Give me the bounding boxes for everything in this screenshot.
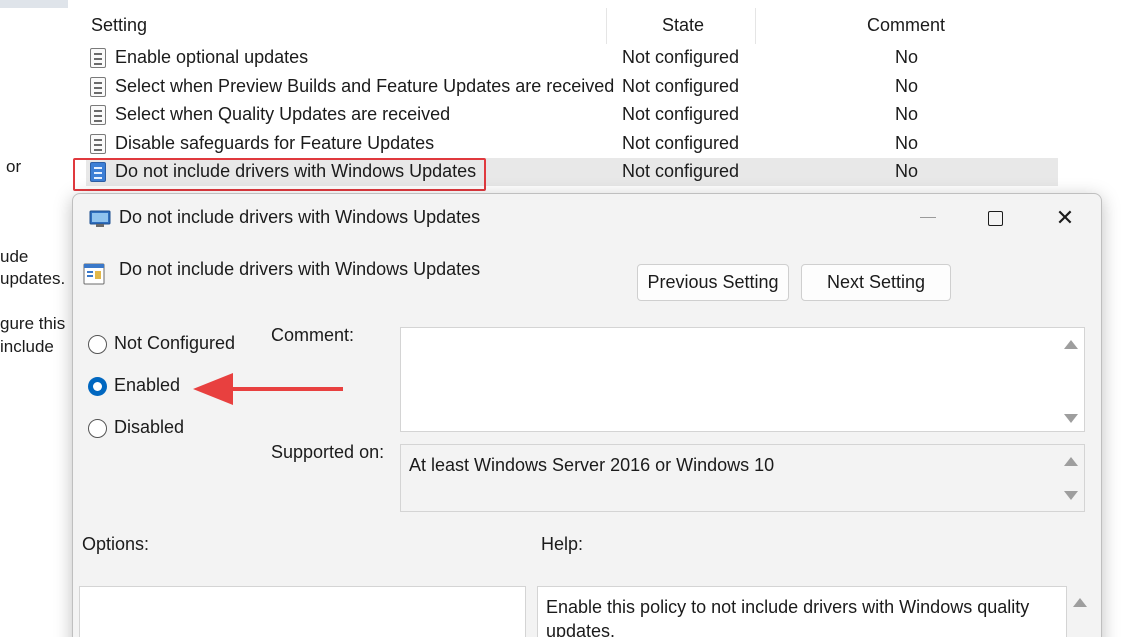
policy-name: Disable safeguards for Feature Updates bbox=[115, 133, 435, 153]
left-pane-text: updates. bbox=[0, 269, 66, 288]
scroll-up-icon[interactable] bbox=[1064, 457, 1078, 466]
policy-comment: No bbox=[895, 76, 919, 96]
policy-comment: No bbox=[895, 161, 919, 181]
scroll-up-icon[interactable] bbox=[1064, 340, 1078, 349]
policy-comment: No bbox=[895, 104, 919, 124]
column-header-setting[interactable]: Setting bbox=[91, 15, 147, 36]
scroll-down-icon[interactable] bbox=[1064, 491, 1078, 500]
radio-label: Enabled bbox=[114, 375, 181, 395]
policy-name: Enable optional updates bbox=[115, 47, 309, 67]
policy-setting-icon bbox=[90, 77, 106, 97]
radio-label: Disabled bbox=[114, 417, 185, 437]
minimize-button bbox=[908, 202, 948, 234]
column-header-state[interactable]: State bbox=[662, 15, 704, 36]
policy-row[interactable]: Select when Quality Updates are received… bbox=[86, 101, 1058, 129]
next-setting-button[interactable]: Next Setting bbox=[801, 264, 951, 301]
policy-name: Select when Preview Builds and Feature U… bbox=[115, 76, 615, 96]
policy-state: Not configured bbox=[622, 47, 740, 67]
radio-circle[interactable] bbox=[88, 335, 107, 354]
previous-setting-button[interactable]: Previous Setting bbox=[637, 264, 789, 301]
help-text: Enable this policy to not include driver… bbox=[546, 597, 1030, 637]
policy-settings-icon bbox=[83, 263, 105, 285]
policy-dialog: Do not include drivers with Windows Upda… bbox=[72, 193, 1102, 637]
policy-setting-icon bbox=[90, 105, 106, 125]
highlight-annotation-box bbox=[73, 158, 486, 191]
policy-comment: No bbox=[895, 47, 919, 67]
help-scroll-up-icon[interactable] bbox=[1073, 598, 1087, 607]
dialog-title: Do not include drivers with Windows Upda… bbox=[119, 207, 481, 227]
comment-textarea[interactable] bbox=[400, 327, 1085, 432]
policy-row[interactable]: Select when Preview Builds and Feature U… bbox=[86, 73, 1058, 101]
column-header-comment[interactable]: Comment bbox=[867, 15, 945, 36]
policy-comment: No bbox=[895, 133, 919, 153]
radio-circle-checked[interactable] bbox=[88, 377, 107, 396]
group-policy-app-icon bbox=[89, 210, 111, 227]
supported-on-label: Supported on: bbox=[271, 442, 385, 462]
policy-state: Not configured bbox=[622, 76, 740, 96]
red-arrow-annotation bbox=[193, 373, 343, 405]
left-pane-text: include bbox=[0, 337, 54, 356]
left-pane-text: gure this bbox=[0, 314, 66, 333]
policy-row[interactable]: Disable safeguards for Feature Updates N… bbox=[86, 130, 1058, 158]
left-pane-text: ude bbox=[0, 247, 29, 266]
column-divider[interactable] bbox=[606, 8, 607, 44]
close-button[interactable]: ✕ bbox=[1045, 202, 1085, 234]
policy-name: Select when Quality Updates are received bbox=[115, 104, 451, 124]
policy-state: Not configured bbox=[622, 133, 740, 153]
policy-setting-icon bbox=[90, 134, 106, 154]
radio-label: Not Configured bbox=[114, 333, 236, 353]
help-label: Help: bbox=[541, 534, 584, 554]
policy-header-title: Do not include drivers with Windows Upda… bbox=[119, 259, 481, 279]
left-pane-text: or bbox=[6, 157, 22, 176]
options-panel bbox=[79, 586, 526, 637]
radio-circle[interactable] bbox=[88, 419, 107, 438]
policy-state: Not configured bbox=[622, 104, 740, 124]
left-pane-edge bbox=[0, 0, 68, 8]
policy-row[interactable]: Enable optional updates Not configured N… bbox=[86, 44, 1058, 72]
column-divider[interactable] bbox=[755, 8, 756, 44]
policy-state: Not configured bbox=[622, 161, 740, 181]
supported-on-box: At least Windows Server 2016 or Windows … bbox=[400, 444, 1085, 512]
scroll-down-icon[interactable] bbox=[1064, 414, 1078, 423]
help-panel: Enable this policy to not include driver… bbox=[537, 586, 1067, 637]
maximize-button[interactable] bbox=[975, 202, 1015, 234]
comment-label: Comment: bbox=[271, 325, 355, 345]
options-label: Options: bbox=[82, 534, 150, 554]
policy-setting-icon bbox=[90, 48, 106, 68]
supported-on-text: At least Windows Server 2016 or Windows … bbox=[409, 455, 775, 475]
